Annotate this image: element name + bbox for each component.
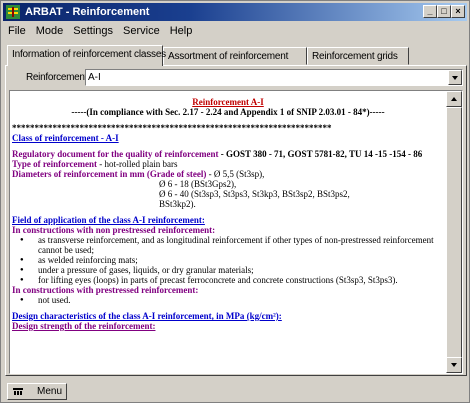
prestressed-heading: In constructions with prestressed reinfo… [12, 285, 199, 295]
field-heading: Field of application of the class A-I re… [12, 215, 205, 225]
menu-mode[interactable]: Mode [31, 22, 69, 40]
document-title: Reinforcement A-I [192, 97, 264, 107]
minimize-button[interactable]: _ [423, 5, 437, 18]
reinforcement-select-value: A-I [88, 72, 101, 83]
design-heading: Design characteristics of the class A-I … [12, 311, 282, 321]
maximize-button[interactable]: □ [437, 5, 451, 18]
reinforcement-label: Reinforcement [26, 72, 88, 83]
menu-button-label: Menu [37, 386, 63, 397]
vertical-scrollbar[interactable] [446, 91, 462, 373]
type-label: Type of reinforcement [12, 159, 97, 169]
window-title: ARBAT - Reinforcement [25, 6, 150, 18]
tab-information-of-reinforcement-classes[interactable]: Information of reinforcement classes [7, 45, 166, 66]
diameters-value-3: Ø 6 - 40 (St3sp3, St3ps3, St3kp3, BSt3sp… [159, 189, 350, 199]
non-prestressed-list: as transverse reinforcement, and as long… [12, 235, 444, 285]
diameters-line: Diameters of reinforcement in mm (Grade … [12, 169, 444, 179]
list-item: not used. [12, 295, 444, 305]
class-heading: Class of reinforcement - A-I [12, 133, 119, 143]
type-value: - hot-rolled plain bars [96, 159, 178, 169]
tab-reinforcement-grids[interactable]: Reinforcement grids [307, 47, 409, 65]
arbat-app-icon [6, 5, 20, 19]
type-line: Type of reinforcement - hot-rolled plain… [12, 159, 444, 169]
tab-panel: Reinforcement A-I Reinforcement A-I ----… [5, 65, 467, 376]
close-button[interactable]: × [451, 5, 465, 18]
regulatory-line: Regulatory document for the quality of r… [12, 149, 444, 159]
menu-help[interactable]: Help [165, 22, 198, 40]
menu-file[interactable]: File [3, 22, 31, 40]
menu-bar: File Mode Settings Service Help [3, 22, 467, 40]
diameters-label: Diameters of reinforcement in mm (Grade … [12, 169, 207, 179]
regulatory-label: Regulatory document for the quality of r… [12, 149, 219, 159]
menu-button[interactable]: Menu [7, 383, 67, 400]
reinforcement-select[interactable]: A-I [85, 69, 463, 86]
scrollbar-thumb[interactable] [446, 107, 462, 361]
list-item: as transverse reinforcement, and as long… [12, 235, 444, 255]
document-viewer[interactable]: Reinforcement A-I -----(In compliance wi… [9, 90, 463, 374]
diameters-value-4: BSt3kp2). [159, 199, 196, 209]
diameters-value-1: - Ø 5,5 (St3sp), [206, 169, 265, 179]
menu-icon [13, 388, 23, 395]
title-bar[interactable]: ARBAT - Reinforcement _ □ × [3, 3, 467, 21]
menu-service[interactable]: Service [118, 22, 165, 40]
status-bar: Menu [1, 378, 471, 404]
design-strength-heading: Design strength of the reinforcement: [12, 321, 156, 331]
list-item: as welded reinforcing mats; [12, 255, 444, 265]
list-item: under a pressure of gases, liquids, or d… [12, 265, 444, 275]
tab-control: Information of reinforcement classes Ass… [5, 43, 467, 376]
menu-settings[interactable]: Settings [68, 22, 118, 40]
separator-line: ****************************************… [12, 123, 332, 133]
document-content: Reinforcement A-I -----(In compliance wi… [12, 91, 444, 331]
tab-assortment-of-reinforcement[interactable]: Assortment of reinforcement [163, 47, 307, 65]
diameters-value-2: Ø 6 - 18 (BSt3Gps2), [159, 179, 237, 189]
scroll-up-icon[interactable] [446, 91, 462, 107]
scroll-down-icon[interactable] [446, 357, 462, 373]
chevron-down-icon[interactable] [448, 70, 462, 85]
app-window: ARBAT - Reinforcement _ □ × File Mode Sett… [0, 0, 470, 403]
document-subtitle: -----(In compliance with Sec. 2.17 - 2.2… [71, 107, 385, 117]
non-prestressed-heading: In constructions with non prestressed re… [12, 225, 216, 235]
prestressed-list: not used. [12, 295, 444, 305]
regulatory-value: - GOST 380 - 71, GOST 5781-82, TU 14 -15… [218, 149, 423, 159]
list-item: for lifting eyes (loops) in parts of pre… [12, 275, 444, 285]
